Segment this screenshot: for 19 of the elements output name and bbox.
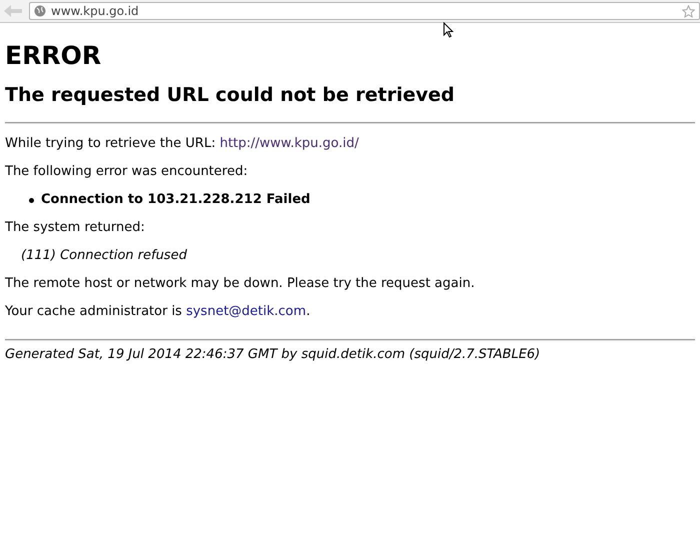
- url-sentence: While trying to retrieve the URL: http://www.kpu.go.id/: [5, 136, 360, 152]
- globe-icon: [34, 5, 46, 17]
- error-heading: ERROR: [5, 41, 102, 70]
- cursor-icon: [443, 22, 454, 38]
- system-intro: The system returned:: [5, 220, 146, 236]
- url-text: www.kpu.go.id: [51, 4, 140, 18]
- address-bar[interactable]: www.kpu.go.id: [29, 2, 700, 20]
- bullet-icon: [29, 198, 34, 202]
- advice-text: The remote host or network may be down. Please try the request again.: [5, 276, 476, 292]
- star-icon[interactable]: [682, 4, 695, 18]
- back-icon[interactable]: [3, 4, 23, 18]
- email-link[interactable]: sysnet@detik.com: [186, 304, 306, 319]
- error-subheading: The requested URL could not be retrieved: [5, 84, 456, 106]
- footer-text: Generated Sat, 19 Jul 2014 22:46:37 GMT by squid.detik.com (squid/2.7.STABLE6): [5, 347, 542, 363]
- error-intro: The following error was encountered:: [5, 164, 249, 180]
- system-message: (111) Connection refused: [21, 248, 188, 264]
- url-link[interactable]: http://www.kpu.go.id/: [220, 136, 359, 151]
- admin-sentence: Your cache administrator is sysnet@detik.com.: [5, 304, 312, 320]
- error-item: Connection to 103.21.228.212 Failed: [41, 192, 310, 208]
